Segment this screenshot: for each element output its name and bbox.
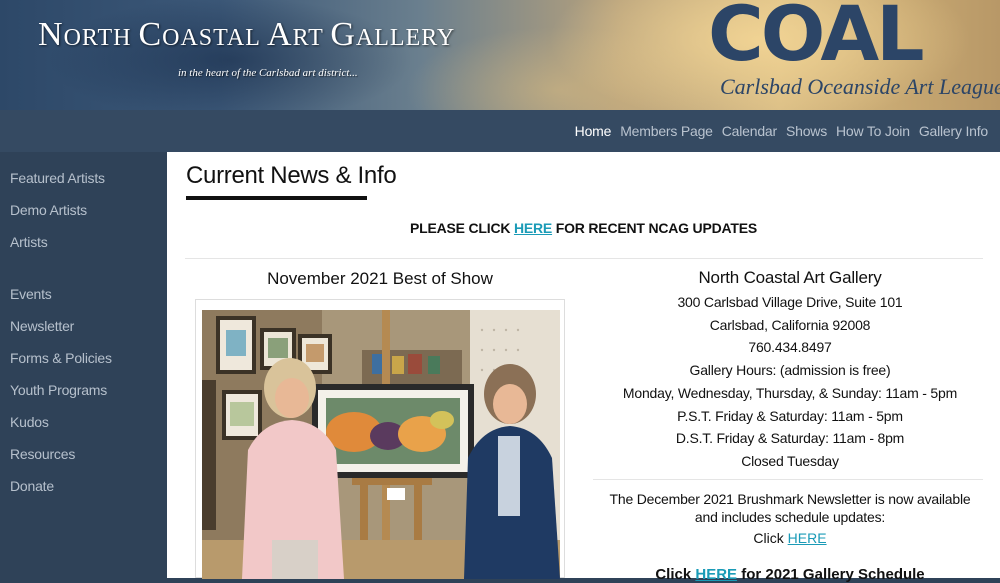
notice-text: FOR RECENT NCAG UPDATES [552, 220, 758, 236]
click-text: for 2021 Gallery Schedule [737, 566, 925, 583]
site-title-part: C [138, 16, 163, 53]
best-of-show-title: November 2021 Best of Show [267, 269, 493, 288]
gallery-hours-line: P.S.T. Friday & Saturday: 11am - 5pm [677, 407, 903, 424]
main-content: Current News & Info PLEASE CLICK HERE FO… [167, 152, 1000, 583]
nav-calendar[interactable]: Calendar [722, 123, 777, 139]
click-text: Click [753, 530, 788, 546]
schedule-click: Click HERE for 2021 Gallery Schedule [595, 566, 985, 583]
site-title-part: ORTH [63, 25, 139, 51]
schedule-link[interactable]: HERE [695, 566, 737, 583]
top-navbar: Home Members Page Calendar Shows How To … [0, 110, 1000, 152]
divider [593, 479, 983, 480]
newsletter-notice: The December 2021 Brushmark Newsletter i… [595, 490, 985, 526]
gallery-hours-label: Gallery Hours: (admission is free) [689, 362, 891, 379]
newsletter-link[interactable]: HERE [788, 530, 827, 546]
site-title-part: A [267, 16, 293, 53]
newsletter-text: The December 2021 Brushmark Newsletter i… [609, 491, 971, 507]
gallery-address: 300 Carlsbad Village Drive, Suite 101 [677, 294, 903, 310]
sidebar-item-demo-artists[interactable]: Demo Artists [10, 202, 87, 218]
sidebar-item-youth-programs[interactable]: Youth Programs [10, 382, 107, 398]
nav-members-page[interactable]: Members Page [620, 123, 713, 139]
coal-logo[interactable]: COAL [708, 0, 925, 72]
sidebar-item-newsletter[interactable]: Newsletter [10, 318, 74, 334]
title-underline [186, 196, 367, 200]
site-title-part: ALLERY [355, 25, 456, 51]
nav-home[interactable]: Home [575, 123, 612, 139]
site-title-part: RT [292, 25, 331, 51]
sidebar-item-kudos[interactable]: Kudos [10, 414, 49, 430]
gallery-name: North Coastal Art Gallery [698, 268, 882, 287]
site-title-part: G [330, 16, 356, 53]
coal-logo-subtitle: Carlsbad Oceanside Art League [720, 74, 1000, 99]
notice-text: PLEASE CLICK [409, 220, 514, 236]
gallery-hours-line: Monday, Wednesday, Thursday, & Sunday: 1… [622, 384, 958, 401]
gallery-phone: 760.434.8497 [748, 339, 832, 356]
gallery-photo-illustration [202, 310, 560, 579]
header-banner: NORTH COASTAL ART GALLERY in the heart o… [0, 0, 1000, 110]
page-title: Current News & Info [186, 162, 397, 189]
site-tagline: in the heart of the Carlsbad art distric… [178, 67, 358, 79]
main-nav: Home Members Page Calendar Shows How To … [575, 110, 989, 152]
site-title-part: OASTAL [162, 25, 267, 51]
divider [185, 258, 983, 259]
gallery-info: North Coastal Art Gallery 300 Carlsbad V… [595, 265, 985, 473]
updates-link[interactable]: HERE [514, 220, 552, 236]
gallery-city: Carlsbad, California 92008 [709, 316, 871, 333]
click-text: Click [655, 566, 696, 583]
newsletter-text: and includes schedule updates: [694, 509, 886, 525]
nav-how-to-join[interactable]: How To Join [836, 123, 910, 139]
sidebar-item-artists[interactable]: Artists [10, 234, 48, 250]
sidebar-item-featured-artists[interactable]: Featured Artists [10, 170, 105, 186]
gallery-hours-line: Closed Tuesday [741, 452, 839, 469]
sidebar-item-forms-policies[interactable]: Forms & Policies [10, 350, 112, 366]
site-title-part: N [38, 16, 64, 53]
best-of-show-photo[interactable] [195, 299, 565, 579]
sidebar-item-resources[interactable]: Resources [10, 446, 75, 462]
photo-image [202, 310, 560, 579]
updates-notice: PLEASE CLICK HERE FOR RECENT NCAG UPDATE… [167, 220, 1000, 236]
gallery-hours-line: D.S.T. Friday & Saturday: 11am - 8pm [675, 430, 905, 447]
sidebar: Featured Artists Demo Artists Artists Ev… [0, 152, 167, 578]
sidebar-item-donate[interactable]: Donate [10, 478, 54, 494]
site-title[interactable]: NORTH COASTAL ART GALLERY [38, 16, 455, 54]
nav-shows[interactable]: Shows [786, 123, 827, 139]
newsletter-click: Click HERE [595, 530, 985, 546]
sidebar-item-events[interactable]: Events [10, 286, 52, 302]
nav-gallery-info[interactable]: Gallery Info [919, 123, 988, 139]
